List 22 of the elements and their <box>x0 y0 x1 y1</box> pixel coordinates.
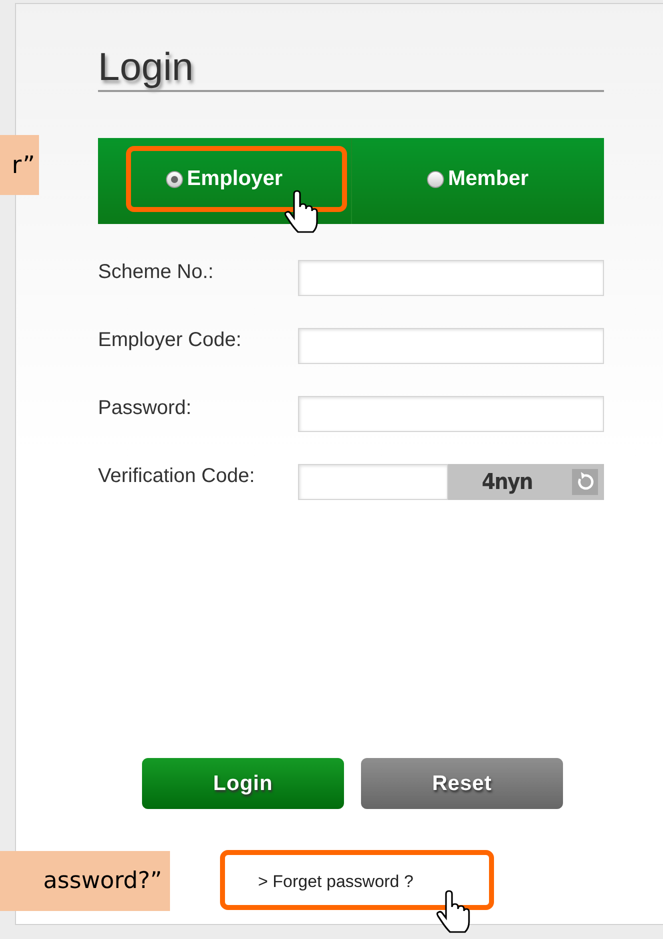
callout-label: r” <box>0 135 39 195</box>
login-button[interactable]: Login <box>142 758 344 809</box>
radio-icon <box>166 170 183 188</box>
callout-label: assword?” <box>0 851 170 911</box>
password-field[interactable] <box>298 396 604 432</box>
field-label: Scheme No.: <box>98 260 214 285</box>
verification-code-field[interactable] <box>298 464 448 500</box>
text-field[interactable] <box>298 260 604 296</box>
refresh-button[interactable] <box>566 464 604 500</box>
field-label: Verification Code: <box>98 464 255 489</box>
field-label: Employer Code: <box>98 328 242 353</box>
forgot-password-link[interactable]: > Forget password ? <box>258 872 414 891</box>
hand-cursor-icon <box>284 190 318 234</box>
hand-cursor-icon <box>436 890 470 934</box>
refresh-icon <box>572 469 598 495</box>
text-field[interactable] <box>298 328 604 364</box>
captcha-image: 4nyn <box>448 464 566 500</box>
reset-button[interactable]: Reset <box>361 758 563 809</box>
user-type-tab[interactable]: Member <box>350 138 604 224</box>
login-title: Login <box>98 46 194 90</box>
field-label: Password: <box>98 396 192 421</box>
radio-icon <box>426 170 444 188</box>
